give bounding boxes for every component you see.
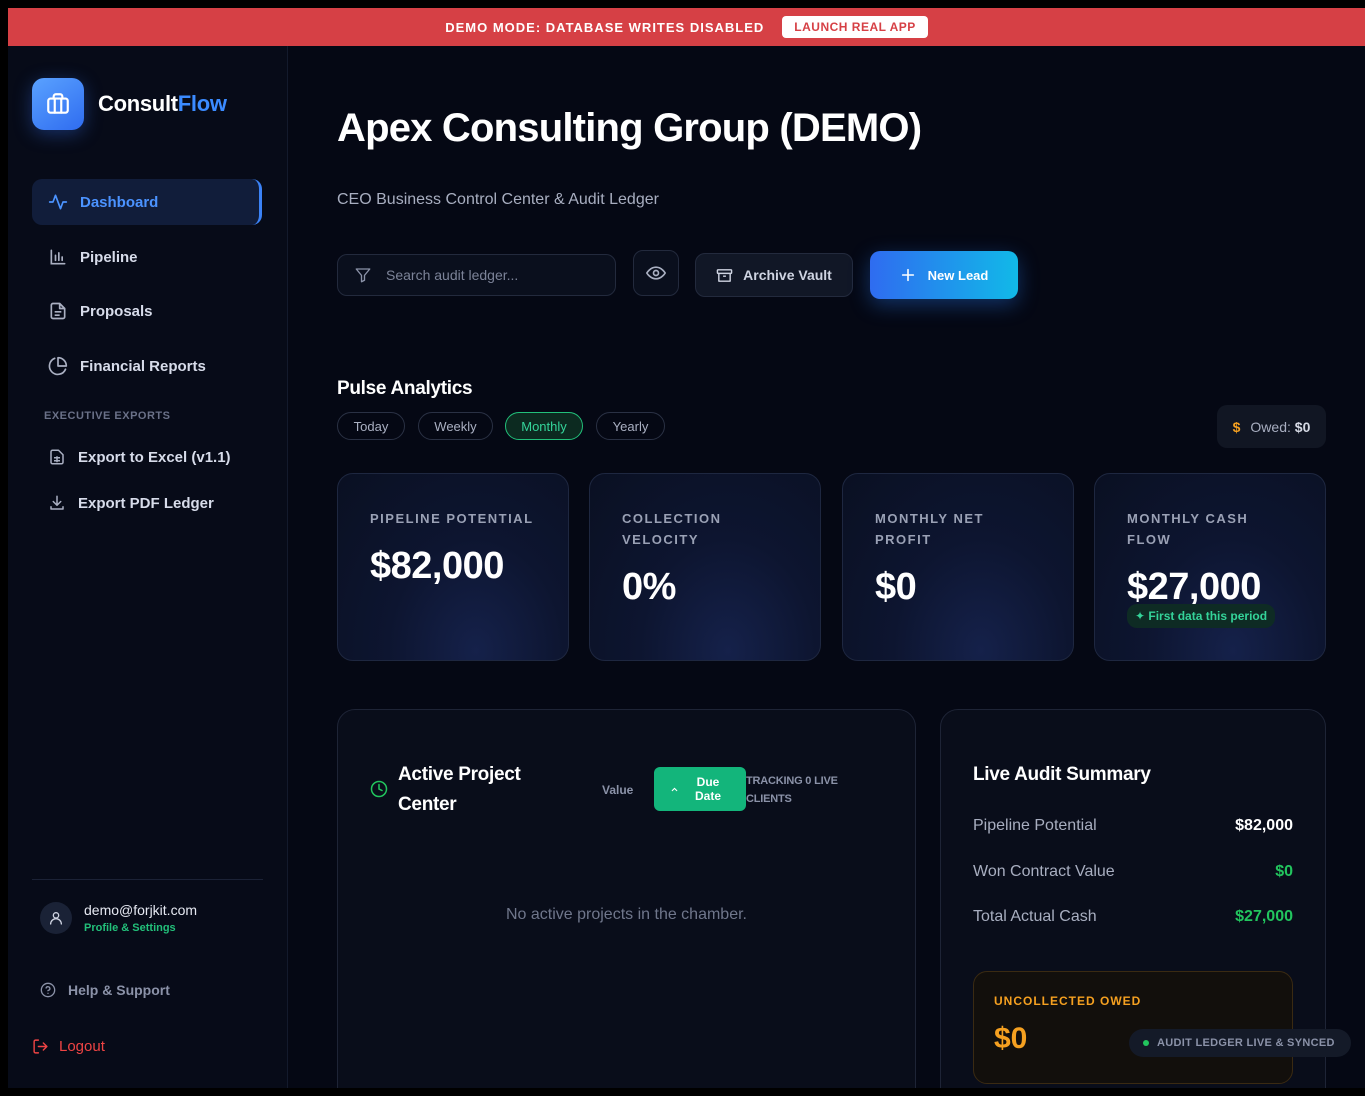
chevron-up-icon xyxy=(671,787,678,791)
period-tab-monthly[interactable]: Monthly xyxy=(505,412,583,440)
stat-value: $0 xyxy=(875,566,917,608)
app-frame: DEMO MODE: DATABASE WRITES DISABLED LAUN… xyxy=(8,8,1365,1088)
demo-banner-text: DEMO MODE: DATABASE WRITES DISABLED xyxy=(445,19,765,35)
sort-by-due-date-button[interactable]: Due Date xyxy=(654,767,746,811)
activity-icon xyxy=(48,194,68,210)
stat-value: $27,000 xyxy=(1127,566,1261,608)
brand-name: ConsultFlow xyxy=(98,91,227,116)
tracking-count: TRACKING 0 LIVE CLIENTS xyxy=(746,775,838,805)
briefcase-icon xyxy=(32,78,84,130)
sidebar: ConsultFlow Dashboard Pipeline Proposals… xyxy=(8,46,288,1088)
user-icon xyxy=(50,912,62,925)
audit-row-total-actual-cash: Total Actual Cash $27,000 xyxy=(973,908,1293,925)
user-profile[interactable]: demo@forjkit.com Profile & Settings xyxy=(40,902,197,934)
sync-status-badge: AUDIT LEDGER LIVE & SYNCED xyxy=(1129,1029,1351,1057)
live-audit-title: Live Audit Summary xyxy=(973,764,1151,785)
bar-chart-icon xyxy=(50,249,66,265)
export-pdf-button[interactable]: Export PDF Ledger xyxy=(48,494,214,512)
stat-label: PIPELINE POTENTIAL xyxy=(370,511,534,526)
stat-card-pipeline-potential: PIPELINE POTENTIAL $82,000 xyxy=(337,473,569,661)
stat-card-monthly-cash-flow: MONTHLY CASH FLOW $27,000 ✦ First data t… xyxy=(1094,473,1326,661)
sidebar-item-label: Proposals xyxy=(80,302,153,320)
audit-row-pipeline-potential: Pipeline Potential $82,000 xyxy=(973,817,1293,834)
logout-icon xyxy=(33,1039,48,1054)
download-icon xyxy=(50,495,64,510)
spreadsheet-icon xyxy=(50,449,64,465)
help-circle-icon xyxy=(40,982,56,998)
section-label-executive-exports: EXECUTIVE EXPORTS xyxy=(44,410,171,422)
sort-by-value-button[interactable]: Value xyxy=(602,783,633,797)
clock-icon xyxy=(370,780,388,798)
owed-badge: $ Owed: $0 xyxy=(1217,405,1326,448)
stat-value: $82,000 xyxy=(370,545,504,587)
toggle-visibility-button[interactable] xyxy=(633,250,679,296)
logout-button[interactable]: Logout xyxy=(32,1038,105,1055)
dollar-icon: $ xyxy=(1232,418,1241,435)
stat-card-monthly-net-profit: MONTHLY NET PROFIT $0 xyxy=(842,473,1074,661)
main-content: Apex Consulting Group (DEMO) CEO Busines… xyxy=(289,46,1365,1088)
period-tab-weekly[interactable]: Weekly xyxy=(418,412,493,440)
stat-label: MONTHLY CASH FLOW xyxy=(1127,511,1249,547)
sidebar-item-label: Dashboard xyxy=(80,193,159,211)
page-subtitle: CEO Business Control Center & Audit Ledg… xyxy=(337,191,659,208)
active-project-panel: Active Project Center Value Due Date TRA… xyxy=(337,709,916,1088)
sidebar-item-pipeline[interactable]: Pipeline xyxy=(32,234,262,280)
period-tab-today[interactable]: Today xyxy=(337,412,405,440)
period-tab-yearly[interactable]: Yearly xyxy=(596,412,665,440)
export-pdf-label: Export PDF Ledger xyxy=(78,494,214,512)
sidebar-item-dashboard[interactable]: Dashboard xyxy=(32,179,262,225)
user-email: demo@forjkit.com xyxy=(84,902,198,918)
stat-value: 0% xyxy=(622,566,676,608)
demo-banner: DEMO MODE: DATABASE WRITES DISABLED LAUN… xyxy=(8,8,1365,46)
audit-row-won-contract-value: Won Contract Value $0 xyxy=(973,863,1293,880)
stat-label: MONTHLY NET PROFIT xyxy=(875,511,984,547)
page-title: Apex Consulting Group (DEMO) xyxy=(337,106,922,150)
sidebar-item-proposals[interactable]: Proposals xyxy=(32,288,262,334)
eye-icon xyxy=(646,266,666,280)
export-excel-button[interactable]: Export to Excel (v1.1) xyxy=(48,448,231,466)
active-project-title: Active Project Center xyxy=(398,764,521,815)
brand-logo[interactable]: ConsultFlow xyxy=(32,78,227,130)
sidebar-divider xyxy=(32,879,263,880)
empty-state-message: No active projects in the chamber. xyxy=(505,906,747,923)
filter-icon xyxy=(355,268,371,283)
sidebar-item-label: Pipeline xyxy=(80,248,138,266)
search-bar xyxy=(337,254,616,296)
archive-vault-button[interactable]: Archive Vault xyxy=(695,253,853,297)
new-lead-button[interactable]: New Lead xyxy=(870,251,1018,299)
uncollected-owed-card: UNCOLLECTED OWED $0 xyxy=(973,971,1293,1084)
status-badge: ✦ First data this period xyxy=(1127,604,1276,628)
search-input[interactable] xyxy=(386,267,586,283)
plus-icon xyxy=(901,268,914,282)
stat-label: COLLECTION VELOCITY xyxy=(622,511,722,547)
avatar xyxy=(40,902,72,934)
uncollected-value: $0 xyxy=(994,1022,1028,1055)
document-icon xyxy=(50,302,66,320)
launch-real-app-button[interactable]: LAUNCH REAL APP xyxy=(782,16,928,38)
help-support-link[interactable]: Help & Support xyxy=(40,982,170,998)
pulse-analytics-title: Pulse Analytics xyxy=(337,378,473,399)
status-dot-icon xyxy=(1143,1040,1149,1046)
stat-card-collection-velocity: COLLECTION VELOCITY 0% xyxy=(589,473,821,661)
export-excel-label: Export to Excel (v1.1) xyxy=(78,448,231,466)
profile-settings-link[interactable]: Profile & Settings xyxy=(84,922,197,934)
sidebar-item-label: Financial Reports xyxy=(80,357,206,375)
sidebar-item-financial-reports[interactable]: Financial Reports xyxy=(32,343,262,389)
pie-chart-icon xyxy=(48,356,68,376)
archive-icon xyxy=(716,268,733,282)
uncollected-label: UNCOLLECTED OWED xyxy=(994,994,1142,1008)
